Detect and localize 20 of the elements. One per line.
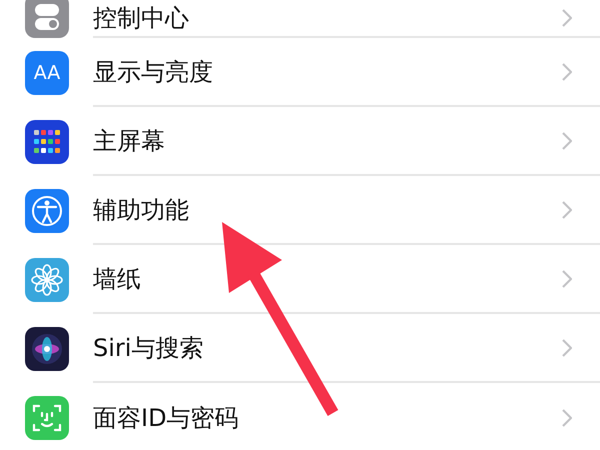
chevron-icon [562, 408, 572, 426]
setting-label[interactable]: 辅助功能 [93, 194, 562, 226]
text-size-icon: AA [25, 50, 69, 94]
setting-label[interactable]: 面容ID与密码 [93, 402, 562, 434]
chevron-icon [562, 9, 572, 27]
orb-icon [25, 326, 69, 370]
setting-label[interactable]: Siri与搜索 [93, 332, 562, 364]
face-scan-icon [25, 396, 69, 440]
chevron-icon [562, 200, 572, 218]
setting-label[interactable]: 主屏幕 [93, 124, 562, 156]
chevron-icon [562, 132, 572, 150]
flower-icon [25, 258, 69, 302]
setting-label[interactable]: 控制中心 [93, 2, 562, 34]
app-grid-icon [25, 120, 69, 164]
chevron-icon [562, 270, 572, 288]
chevron-icon [562, 338, 572, 356]
setting-label[interactable]: 显示与亮度 [93, 56, 562, 88]
setting-label[interactable]: 墙纸 [93, 262, 562, 294]
accessibility-icon [25, 188, 69, 232]
chevron-icon [562, 62, 572, 80]
